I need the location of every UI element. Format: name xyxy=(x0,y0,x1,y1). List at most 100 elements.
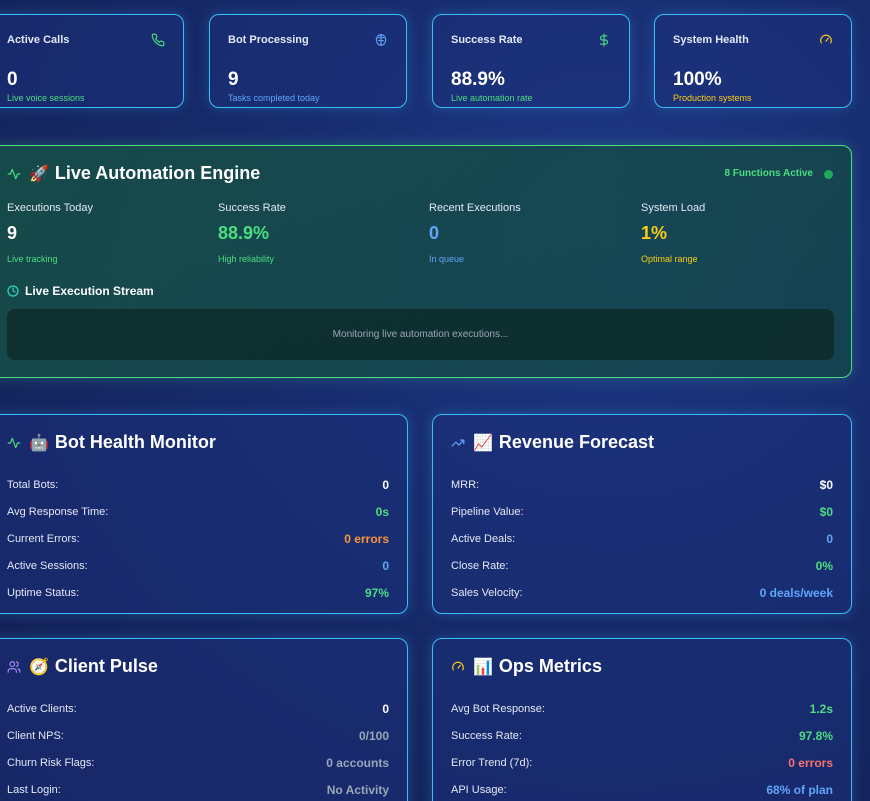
row-label: Client NPS: xyxy=(7,729,64,742)
metric-label: System Load xyxy=(641,202,706,214)
stat-value: 100% xyxy=(673,69,722,90)
stat-label: Success Rate xyxy=(451,34,523,46)
activity-icon xyxy=(7,436,21,450)
panel-row: Pipeline Value: $0 xyxy=(451,498,833,525)
stat-label: System Health xyxy=(673,34,749,46)
panel-header: 📈 Revenue Forecast xyxy=(451,432,654,453)
metric-subtext: In queue xyxy=(429,254,465,264)
panel-header: 📊 Ops Metrics xyxy=(451,656,602,677)
panel-title: Ops Metrics xyxy=(498,656,602,676)
panel-row: MRR: $0 xyxy=(451,471,833,498)
ops-metrics-panel: 📊 Ops Metrics Avg Bot Response: 1.2s Succ… xyxy=(432,638,852,801)
stat-value: 9 xyxy=(228,69,239,90)
stat-card-active-calls: Active Calls 0 Live voice sessions xyxy=(0,14,184,108)
panel-rows: Avg Bot Response: 1.2s Success Rate: 97.8%… xyxy=(451,695,833,801)
row-value: 0% xyxy=(815,558,833,573)
row-label: Avg Bot Response: xyxy=(451,702,545,715)
robot-icon: 🤖 xyxy=(29,434,49,452)
dollar-icon xyxy=(597,33,611,47)
stat-subtext: Tasks completed today xyxy=(228,93,320,103)
rocket-icon: 🚀 xyxy=(29,165,49,183)
engine-title: Live Automation Engine xyxy=(54,163,261,183)
panel-row: Active Clients: 0 xyxy=(7,695,389,722)
brain-icon xyxy=(374,33,388,47)
row-label: Close Rate: xyxy=(451,559,509,572)
row-label: Last Login: xyxy=(7,783,61,796)
panel-title: Revenue Forecast xyxy=(498,432,654,452)
row-label: Pipeline Value: xyxy=(451,505,524,518)
functions-active-badge: 8 Functions Active xyxy=(724,168,813,179)
stat-label: Active Calls xyxy=(7,34,70,46)
row-value: No Activity xyxy=(326,782,389,797)
metric-value: 9 xyxy=(7,223,18,243)
row-label: Success Rate: xyxy=(451,729,522,742)
gauge-icon xyxy=(819,33,833,47)
row-value: 68% of plan xyxy=(766,782,833,797)
stream-header: Live Execution Stream xyxy=(7,284,154,298)
row-label: Churn Risk Flags: xyxy=(7,756,95,769)
metric-subtext: High reliability xyxy=(218,254,275,264)
stat-value: 88.9% xyxy=(451,69,505,90)
engine-metric-system-load: System Load 1% Optimal range xyxy=(641,202,841,264)
panel-row: Churn Risk Flags: 0 accounts xyxy=(7,749,389,776)
panel-header: 🤖 Bot Health Monitor xyxy=(7,432,216,453)
row-value: 0 xyxy=(826,531,833,546)
panel-rows: Total Bots: 0 Avg Response Time: 0s Curren… xyxy=(7,471,389,606)
row-label: MRR: xyxy=(451,478,480,491)
panel-rows: Active Clients: 0 Client NPS: 0/100 Churn … xyxy=(7,695,389,801)
metric-label: Recent Executions xyxy=(429,202,521,214)
metric-subtext: Optimal range xyxy=(641,254,698,264)
compass-icon: 🧭 xyxy=(29,658,49,676)
row-value: 0 xyxy=(382,558,389,573)
panel-row: Uptime Status: 97% xyxy=(7,579,389,606)
client-pulse-panel: 🧭 Client Pulse Active Clients: 0 Client N… xyxy=(0,638,408,801)
panel-title: Bot Health Monitor xyxy=(54,432,216,452)
activity-icon xyxy=(7,167,21,181)
panel-rows: MRR: $0 Pipeline Value: $0 Active Deals: 0 … xyxy=(451,471,833,606)
chart-increasing-icon: 📈 xyxy=(473,434,493,452)
stat-subtext: Live voice sessions xyxy=(7,93,85,103)
panel-row: Current Errors: 0 errors xyxy=(7,525,389,552)
metric-label: Success Rate xyxy=(218,202,286,214)
engine-metric-success-rate: Success Rate 88.9% High reliability xyxy=(218,202,418,264)
stat-subtext: Production systems xyxy=(673,93,752,103)
phone-icon xyxy=(151,33,165,47)
engine-metric-executions: Executions Today 9 Live tracking xyxy=(7,202,207,264)
metric-value: 1% xyxy=(641,223,668,243)
row-label: Sales Velocity: xyxy=(451,586,523,599)
trending-up-icon xyxy=(451,436,465,450)
row-value: 0/100 xyxy=(358,728,389,743)
metric-value: 88.9% xyxy=(218,223,270,243)
revenue-forecast-panel: 📈 Revenue Forecast MRR: $0 Pipeline Value… xyxy=(432,414,852,614)
row-value: 97% xyxy=(364,585,389,600)
stat-card-system-health: System Health 100% Production systems xyxy=(654,14,852,108)
stat-card-bot-processing: Bot Processing 9 Tasks completed today xyxy=(209,14,407,108)
row-value: 0 deals/week xyxy=(759,585,833,600)
row-value: 0 errors xyxy=(344,531,389,546)
engine-header: 🚀 Live Automation Engine xyxy=(7,163,260,184)
row-label: Active Deals: xyxy=(451,532,516,545)
panel-row: Sales Velocity: 0 deals/week xyxy=(451,579,833,606)
row-value: 0 xyxy=(382,477,389,492)
panel-title: Client Pulse xyxy=(54,656,158,676)
metric-value: 0 xyxy=(429,223,440,243)
row-label: Active Clients: xyxy=(7,702,77,715)
stat-label: Bot Processing xyxy=(228,34,309,46)
panel-row: Close Rate: 0% xyxy=(451,552,833,579)
panel-row: Error Trend (7d): 0 errors xyxy=(451,749,833,776)
row-value: 1.2s xyxy=(809,701,833,716)
status-dot-icon xyxy=(824,170,833,179)
row-value: 0 accounts xyxy=(326,755,389,770)
execution-stream-box: Monitoring live automation executions... xyxy=(7,309,834,360)
panel-row: API Usage: 68% of plan xyxy=(451,776,833,801)
row-value: $0 xyxy=(819,504,833,519)
row-value: 0 errors xyxy=(788,755,833,770)
bar-chart-icon: 📊 xyxy=(473,658,493,676)
bot-health-panel: 🤖 Bot Health Monitor Total Bots: 0 Avg Re… xyxy=(0,414,408,614)
stat-value: 0 xyxy=(7,69,18,90)
engine-metric-recent-executions: Recent Executions 0 In queue xyxy=(429,202,629,264)
stream-title: Live Execution Stream xyxy=(25,284,154,298)
stat-card-success-rate: Success Rate 88.9% Live automation rate xyxy=(432,14,630,108)
row-value: 0s xyxy=(375,504,389,519)
row-label: Total Bots: xyxy=(7,478,59,491)
